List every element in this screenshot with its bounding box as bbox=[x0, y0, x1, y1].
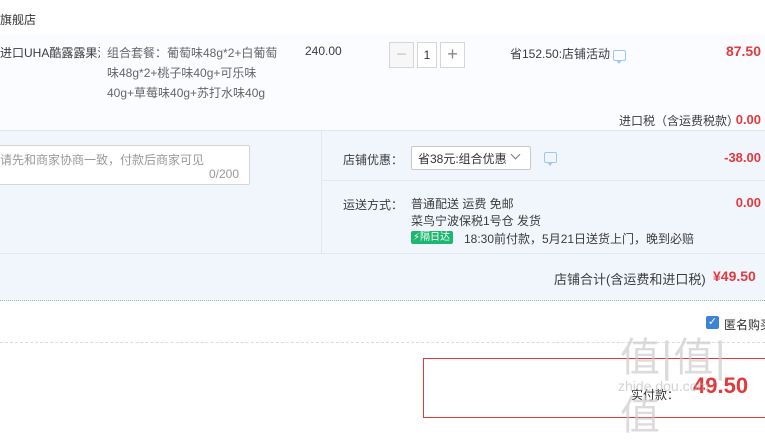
section-divider bbox=[321, 131, 322, 253]
unit-price: 240.00 bbox=[305, 44, 342, 58]
message-char-counter: 0/200 bbox=[209, 167, 240, 181]
watermark-url: zhide.dou.com bbox=[618, 378, 710, 394]
import-tax-label: 进口税（含运费税款） bbox=[619, 114, 740, 128]
shipping-method-text: 普通配送 运费 免邮 bbox=[411, 197, 514, 211]
shipping-fee-value: 0.00 bbox=[735, 195, 761, 210]
line-total: 87.50 bbox=[725, 43, 761, 59]
shop-discount-label: 店铺优惠： bbox=[343, 153, 404, 167]
item-sku-description: 组合套餐：葡萄味48g*2+白葡萄味48g*2+桃子味40g+可乐味40g+草莓… bbox=[107, 46, 278, 100]
promo-saving-text: 省152.50:店铺活动 bbox=[510, 47, 611, 61]
shop-header bbox=[0, 0, 765, 35]
shop-total-label: 店铺合计(含运费和进口税) bbox=[554, 272, 706, 287]
import-tax-value: 0.00 bbox=[735, 112, 761, 127]
shop-discount-value: -38.00 bbox=[724, 150, 761, 165]
chat-bubble-icon[interactable] bbox=[613, 50, 626, 64]
shop-discount-selected[interactable]: 省38元:组合优惠 bbox=[418, 150, 507, 167]
quantity-input[interactable]: 1 bbox=[417, 42, 437, 68]
section-divider bbox=[322, 180, 765, 181]
shop-name[interactable]: 旗舰店 bbox=[0, 11, 36, 28]
warehouse-text: 菜鸟宁波保税1号仓 发货 bbox=[411, 214, 542, 228]
delivery-promise-text: 18:30前付款，5月21日送货上门，晚到必赔 bbox=[464, 232, 695, 246]
chat-bubble-icon[interactable] bbox=[544, 152, 557, 166]
quantity-increase-button[interactable]: + bbox=[440, 42, 465, 68]
item-title[interactable]: 进口UHA酷露露果汁... bbox=[0, 44, 100, 61]
next-day-delivery-badge: ⚡隔日达 bbox=[411, 231, 454, 244]
quantity-decrease-button[interactable]: − bbox=[389, 42, 414, 68]
shop-total-value: ¥49.50 bbox=[713, 268, 756, 284]
shipping-method-label: 运送方式： bbox=[343, 198, 404, 212]
buyer-message-placeholder: 请先和商家协商一致，付款后商家可见 bbox=[0, 153, 205, 167]
